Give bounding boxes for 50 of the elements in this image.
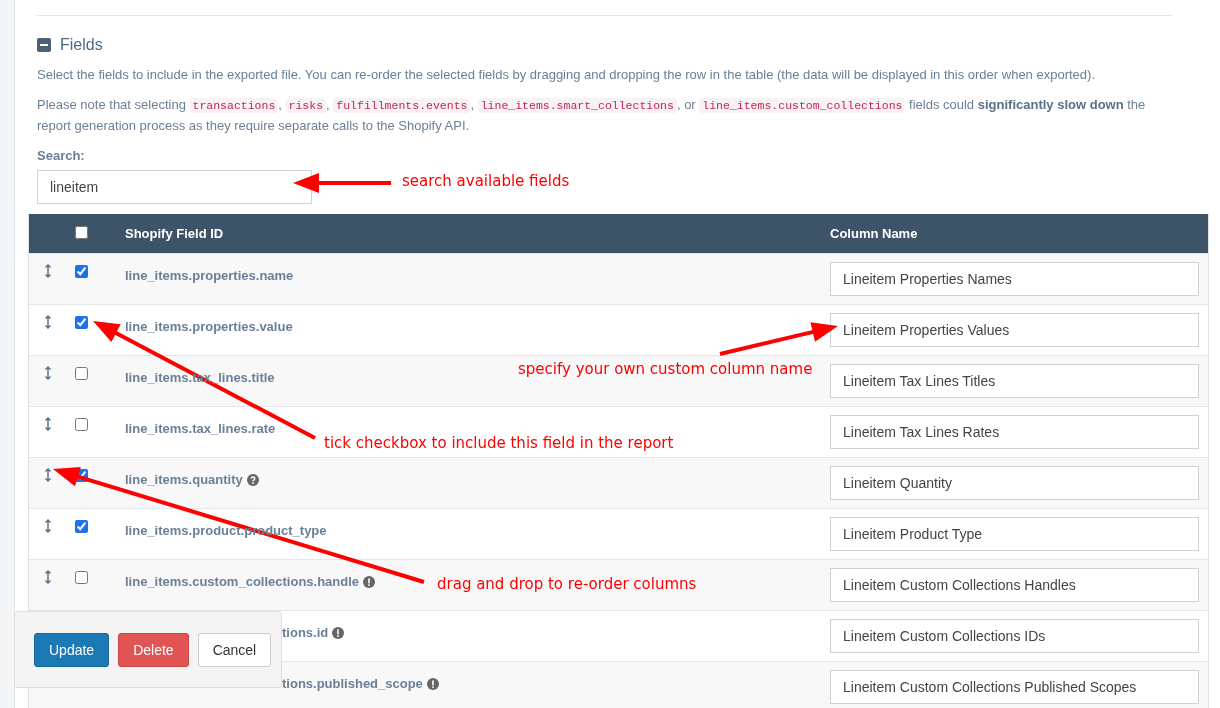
row-checkbox[interactable] (75, 418, 88, 431)
warning-icon[interactable] (363, 575, 376, 588)
field-id: line_items.properties.value (125, 319, 293, 334)
drag-handle-icon[interactable] (45, 366, 51, 380)
select-all-checkbox[interactable] (75, 225, 88, 239)
row-checkbox[interactable] (75, 316, 88, 329)
drag-handle-icon[interactable] (45, 468, 51, 482)
cancel-button[interactable]: Cancel (197, 632, 272, 667)
column-name-field[interactable]: Lineitem Product Type (830, 517, 1199, 551)
column-name-field[interactable]: Lineitem Properties Values (830, 313, 1199, 347)
search-field[interactable]: lineitem (37, 170, 312, 204)
collapse-icon[interactable] (37, 38, 51, 52)
annotation-text: search available fields (402, 172, 570, 190)
description-text: Select the fields to include in the exported file. You can re-order the selected fields by dragging and dropping the row in the table (the data will be displayed in this order when exported). (37, 66, 1096, 84)
section-title: Fields (60, 36, 103, 54)
column-name-field[interactable]: Lineitem Tax Lines Titles (830, 364, 1199, 398)
field-id: tions.id (282, 625, 329, 640)
search-label: Search: (37, 148, 86, 163)
warning-icon[interactable] (426, 677, 439, 690)
column-name-field[interactable]: Lineitem Properties Names (830, 262, 1199, 296)
drag-handle-icon[interactable] (45, 570, 51, 584)
row-checkbox[interactable] (75, 367, 88, 380)
field-id: tions.published_scope (282, 676, 423, 691)
annotation-text: drag and drop to re-order columns (437, 575, 697, 593)
column-name-field[interactable]: Lineitem Tax Lines Rates (830, 415, 1199, 449)
update-button[interactable]: Update (34, 632, 110, 667)
drag-handle-icon[interactable] (45, 264, 51, 278)
row-checkbox[interactable] (75, 571, 88, 584)
field-id: line_items.quantity (125, 472, 243, 487)
note-text: Please note that selecting transactions , risks , fulfillments.events , line_items.smart_collections , or line_items.custom_collections fields could significantly slow down the report generation process as they require separate calls to the Shopify API. (37, 96, 1147, 135)
warning-icon[interactable] (332, 626, 345, 639)
field-id: line_items.custom_collections.handle (125, 574, 360, 589)
drag-handle-icon[interactable] (45, 417, 51, 431)
column-name-field[interactable]: Lineitem Quantity (830, 466, 1199, 500)
column-header: Column Name (830, 226, 919, 241)
delete-button[interactable]: Delete (118, 632, 189, 667)
annotation-text: tick checkbox to include this field in the report (324, 434, 674, 452)
column-name-field[interactable]: Lineitem Custom Collections Handles (830, 568, 1199, 602)
column-name-field[interactable]: Lineitem Custom Collections IDs (830, 619, 1199, 653)
column-header: Shopify Field ID (125, 226, 225, 241)
help-icon[interactable] (246, 473, 259, 486)
row-checkbox[interactable] (75, 265, 88, 278)
row-checkbox[interactable] (75, 469, 88, 482)
annotation-text: specify your own custom column name (518, 360, 813, 378)
field-id: line_items.properties.name (125, 268, 294, 283)
column-name-field[interactable]: Lineitem Custom Collections Published Scopes (830, 670, 1199, 704)
row-checkbox[interactable] (75, 520, 88, 533)
drag-handle-icon[interactable] (45, 519, 51, 533)
drag-handle-icon[interactable] (45, 315, 51, 329)
field-id: line_items.tax_lines.rate (125, 421, 276, 436)
